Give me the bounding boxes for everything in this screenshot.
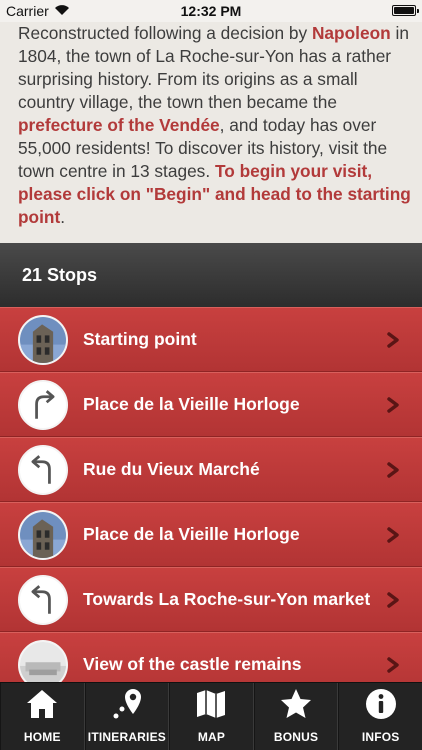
star-icon [281, 689, 312, 718]
stop-item-starting-point[interactable]: Starting point [0, 307, 422, 372]
chevron-right-icon [387, 332, 399, 348]
turn-right-arrow-icon [18, 380, 68, 430]
chevron-right-icon [387, 397, 399, 413]
clock: 12:32 PM [180, 3, 242, 19]
turn-left-arrow-icon [18, 575, 68, 625]
stop-item-rue-vieux-marche[interactable]: Rue du Vieux Marché [0, 437, 422, 502]
stop-item-castle-remains[interactable]: View of the castle remains [0, 632, 422, 682]
building-photo [18, 510, 68, 560]
stop-item-place-vieille-horloge[interactable]: Place de la Vieille Horloge [0, 372, 422, 437]
prefecture-link[interactable]: prefecture of the Vendée [18, 115, 220, 135]
turn-left-arrow-icon [18, 445, 68, 495]
status-bar: Carrier 12:32 PM [0, 0, 422, 22]
chevron-right-icon [387, 657, 399, 673]
stop-item-towards-market[interactable]: Towards La Roche-sur-Yon market [0, 567, 422, 632]
map-icon [197, 690, 226, 718]
stop-label: Towards La Roche-sur-Yon market [83, 589, 371, 609]
stops-list[interactable]: Starting point Place de la Vieille Horlo… [0, 307, 422, 682]
home-icon [27, 690, 58, 718]
battery-icon [392, 5, 419, 16]
stops-count-header: 21 Stops [0, 243, 422, 307]
tab-map[interactable]: MAP [169, 683, 254, 750]
tab-infos[interactable]: INFOS [338, 683, 422, 750]
stop-label: Starting point [83, 329, 197, 349]
tab-bonus[interactable]: BONUS [253, 683, 339, 750]
napoleon-link[interactable]: Napoleon [312, 23, 391, 43]
chevron-right-icon [387, 462, 399, 478]
chevron-right-icon [387, 527, 399, 543]
itineraries-icon [113, 689, 141, 719]
chevron-right-icon [387, 592, 399, 608]
tab-bar: HOME ITINERARIES MAP BONUS INFOS [0, 682, 422, 750]
intro-text: Reconstructed following a decision by Na… [18, 23, 411, 227]
info-icon [365, 689, 396, 719]
tab-itineraries[interactable]: ITINERARIES [84, 683, 170, 750]
stop-label: View of the castle remains [83, 654, 302, 674]
stop-label: Place de la Vieille Horloge [83, 394, 300, 414]
stop-label: Place de la Vieille Horloge [83, 524, 300, 544]
building-photo [18, 315, 68, 365]
stop-item-place-vieille-horloge-2[interactable]: Place de la Vieille Horloge [0, 502, 422, 567]
castle-photo [18, 640, 68, 682]
stop-label: Rue du Vieux Marché [83, 459, 260, 479]
tab-home[interactable]: HOME [0, 683, 85, 750]
